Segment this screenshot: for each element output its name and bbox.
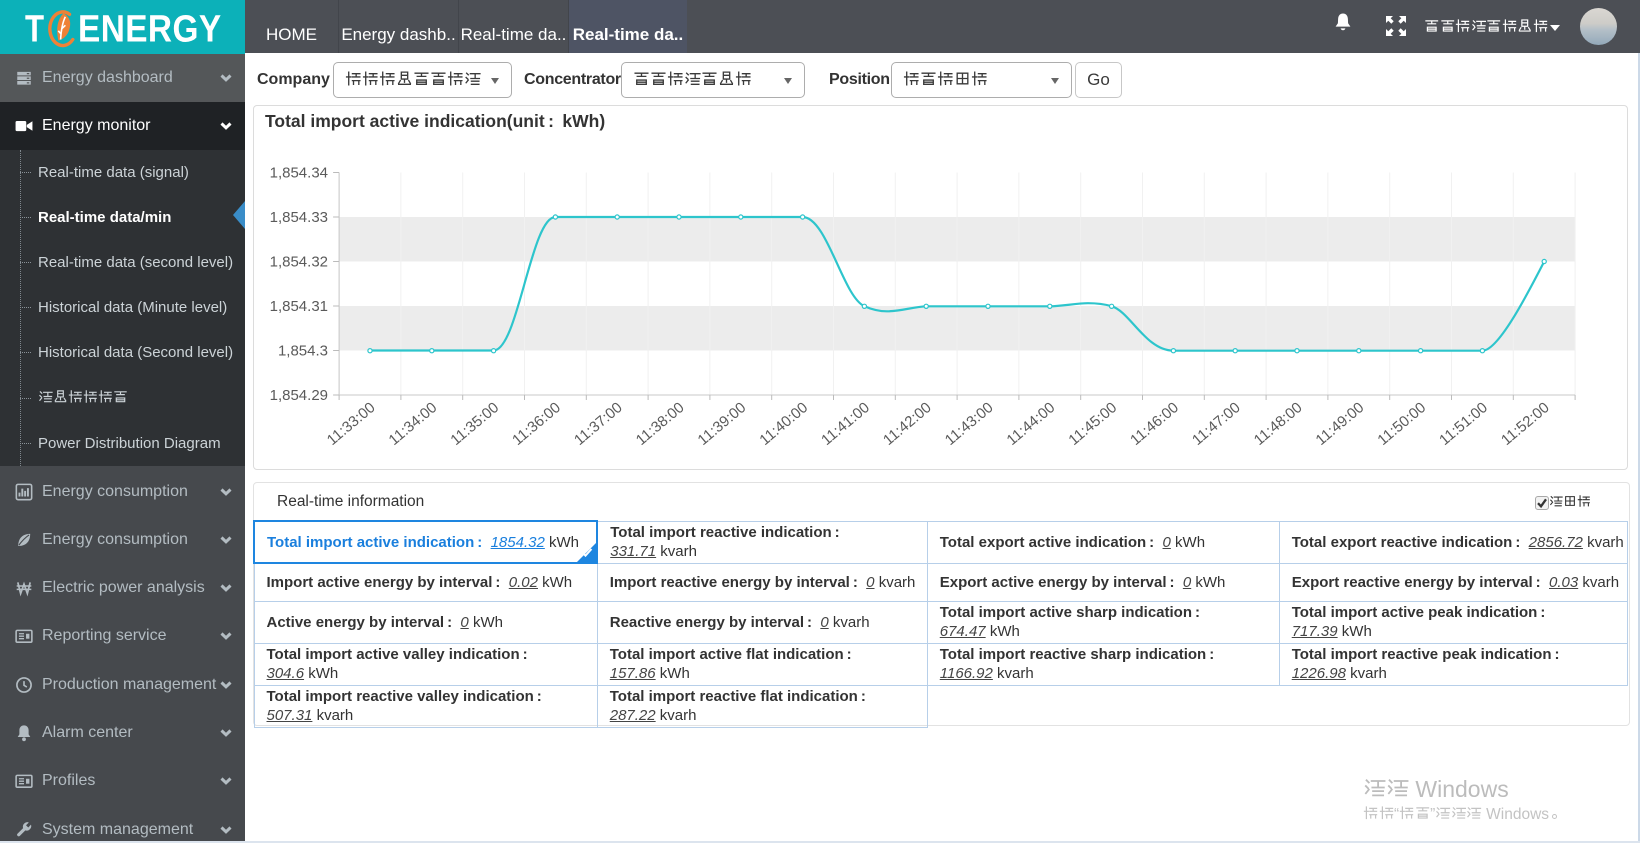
svg-text:11:40:00: 11:40:00 xyxy=(756,399,811,449)
svg-text:11:42:00: 11:42:00 xyxy=(880,399,935,449)
svg-text:1,854.34: 1,854.34 xyxy=(270,165,328,182)
svg-text:1,854.31: 1,854.31 xyxy=(270,298,328,315)
svg-text:1,854.33: 1,854.33 xyxy=(270,209,328,226)
svg-text:1,854.32: 1,854.32 xyxy=(270,254,328,271)
svg-text:11:48:00: 11:48:00 xyxy=(1251,399,1306,449)
svg-text:11:41:00: 11:41:00 xyxy=(818,399,873,449)
svg-text:11:45:00: 11:45:00 xyxy=(1065,399,1120,449)
svg-text:11:33:00: 11:33:00 xyxy=(324,399,379,449)
svg-text:11:49:00: 11:49:00 xyxy=(1313,399,1368,449)
svg-text:1,854.3: 1,854.3 xyxy=(278,343,328,360)
svg-text:11:37:00: 11:37:00 xyxy=(571,399,626,449)
svg-text:11:44:00: 11:44:00 xyxy=(1004,399,1059,449)
svg-text:11:34:00: 11:34:00 xyxy=(386,399,441,449)
svg-text:11:47:00: 11:47:00 xyxy=(1189,399,1244,449)
svg-text:11:38:00: 11:38:00 xyxy=(633,399,688,449)
svg-text:11:39:00: 11:39:00 xyxy=(695,399,750,449)
svg-text:11:50:00: 11:50:00 xyxy=(1374,399,1429,449)
svg-text:11:35:00: 11:35:00 xyxy=(447,399,502,449)
svg-text:11:52:00: 11:52:00 xyxy=(1498,399,1553,449)
svg-text:1,854.29: 1,854.29 xyxy=(270,387,328,404)
svg-text:11:46:00: 11:46:00 xyxy=(1127,399,1182,449)
svg-text:11:43:00: 11:43:00 xyxy=(942,399,997,449)
svg-text:11:51:00: 11:51:00 xyxy=(1436,399,1491,449)
svg-text:11:36:00: 11:36:00 xyxy=(509,399,564,449)
